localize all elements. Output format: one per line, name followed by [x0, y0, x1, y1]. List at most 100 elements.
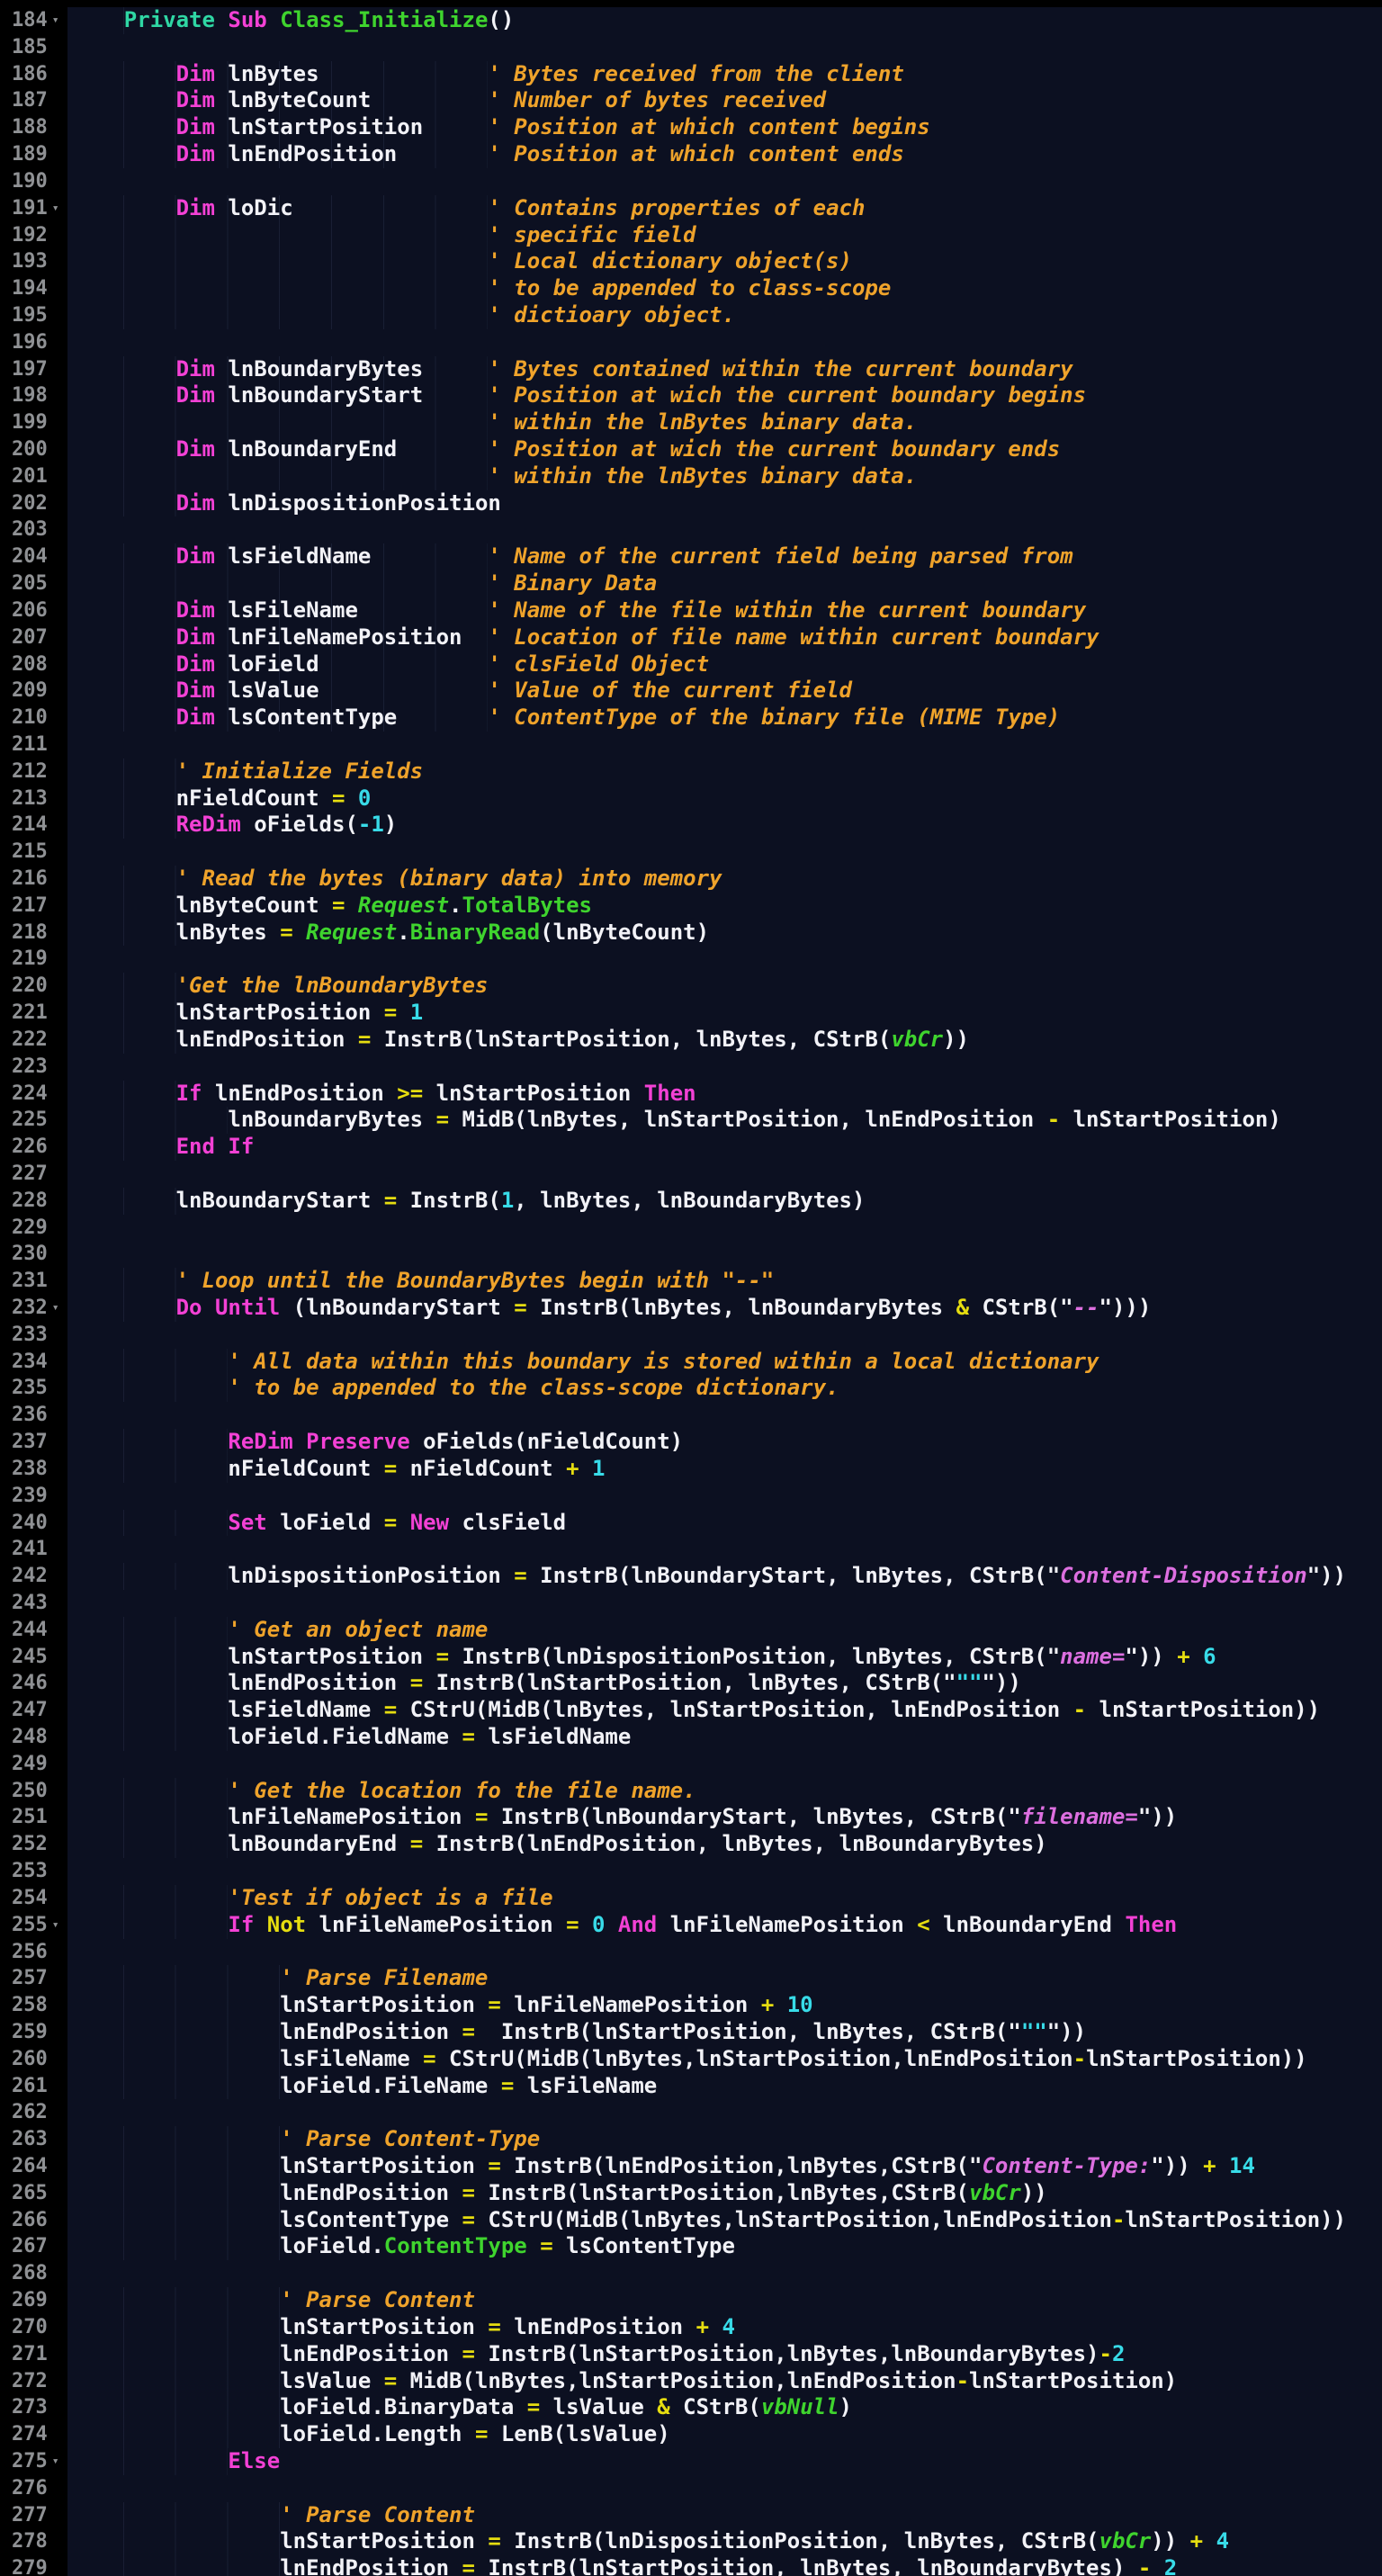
code-line[interactable]: 206 Dim lsFileName ' Name of the file wi…	[0, 597, 1382, 624]
code-line[interactable]: 188 Dim lnStartPosition ' Position at wh…	[0, 114, 1382, 142]
code-line[interactable]: 247 lsFieldName = CStrU(MidB(lnBytes, ln…	[0, 1697, 1382, 1724]
code-line[interactable]: 261 loField.FileName = lsFileName	[0, 2072, 1382, 2100]
code-line-text[interactable]	[67, 1053, 1382, 1081]
fold-toggle-icon[interactable]: ▾	[52, 2448, 59, 2475]
code-line-text[interactable]: ' Parse Content	[67, 2287, 1382, 2314]
code-line-text[interactable]	[67, 839, 1382, 866]
code-line[interactable]: 202 Dim lnDispositionPosition	[0, 489, 1382, 517]
code-line-text[interactable]: ' Binary Data	[67, 570, 1382, 597]
code-line-text[interactable]	[67, 2474, 1382, 2502]
code-line-text[interactable]: lnBytes = Request.BinaryRead(lnByteCount…	[67, 919, 1382, 947]
code-line-text[interactable]: lnBoundaryEnd = InstrB(lnEndPosition, ln…	[67, 1831, 1382, 1859]
code-line-text[interactable]	[67, 1321, 1382, 1349]
code-line[interactable]: 197 Dim lnBoundaryBytes ' Bytes containe…	[0, 355, 1382, 383]
code-line[interactable]: 223	[0, 1053, 1382, 1081]
code-line-text[interactable]: lnStartPosition = InstrB(lnEndPosition,l…	[67, 2153, 1382, 2180]
code-line[interactable]: 262	[0, 2099, 1382, 2127]
code-line[interactable]: 222 lnEndPosition = InstrB(lnStartPositi…	[0, 1026, 1382, 1054]
code-line-text[interactable]: Dim lnBoundaryStart ' Position at wich t…	[67, 382, 1382, 410]
code-line-text[interactable]: loField.BinaryData = lsValue & CStrB(vbN…	[67, 2394, 1382, 2422]
code-line[interactable]: 195 ' dictioary object.	[0, 301, 1382, 329]
code-line[interactable]: 240 Set loField = New clsField	[0, 1509, 1382, 1537]
code-line[interactable]: 231 ' Loop until the BoundaryBytes begin…	[0, 1268, 1382, 1295]
code-line[interactable]: 205 ' Binary Data	[0, 570, 1382, 597]
code-line-text[interactable]	[67, 516, 1382, 544]
code-line-text[interactable]	[67, 2099, 1382, 2127]
code-line-text[interactable]	[67, 1536, 1382, 1564]
fold-toggle-icon[interactable]: ▾	[52, 1295, 59, 1322]
code-line[interactable]: 254 'Test if object is a file	[0, 1884, 1382, 1912]
code-line[interactable]: 248 loField.FieldName = lsFieldName	[0, 1724, 1382, 1751]
code-line-text[interactable]: Dim lnBytes ' Bytes received from the cl…	[67, 60, 1382, 88]
code-line-text[interactable]: lnStartPosition = InstrB(lnDispositionPo…	[67, 1643, 1382, 1671]
code-line-text[interactable]: lnByteCount = Request.TotalBytes	[67, 892, 1382, 920]
code-line-text[interactable]: ' to be appended to the class-scope dict…	[67, 1375, 1382, 1403]
fold-toggle-icon[interactable]: ▾	[52, 7, 59, 34]
code-line-text[interactable]: lsFieldName = CStrU(MidB(lnBytes, lnStar…	[67, 1697, 1382, 1724]
code-line-text[interactable]: ' to be appended to class-scope	[67, 275, 1382, 302]
code-line-text[interactable]	[67, 1482, 1382, 1510]
code-line[interactable]: 239	[0, 1482, 1382, 1510]
code-line[interactable]: 269 ' Parse Content	[0, 2287, 1382, 2314]
code-line[interactable]: 220 'Get the lnBoundaryBytes	[0, 973, 1382, 1001]
code-line-text[interactable]: loField.FieldName = lsFieldName	[67, 1724, 1382, 1751]
code-line-text[interactable]: lnEndPosition = InstrB(lnStartPosition,l…	[67, 2179, 1382, 2207]
code-line[interactable]: 249	[0, 1750, 1382, 1778]
code-line-text[interactable]: ' Get the location fo the file name.	[67, 1777, 1382, 1805]
code-line[interactable]: 278 lnStartPosition = InstrB(lnDispositi…	[0, 2528, 1382, 2556]
code-line[interactable]: 211	[0, 731, 1382, 758]
code-line-text[interactable]	[67, 167, 1382, 195]
code-line[interactable]: 203	[0, 516, 1382, 544]
code-line-text[interactable]: lnEndPosition = InstrB(lnStartPosition, …	[67, 1670, 1382, 1698]
code-line[interactable]: 233	[0, 1321, 1382, 1349]
code-line[interactable]: 236	[0, 1402, 1382, 1430]
code-line[interactable]: 234 ' All data within this boundary is s…	[0, 1348, 1382, 1376]
code-line[interactable]: 194 ' to be appended to class-scope	[0, 275, 1382, 302]
code-line-text[interactable]: ' dictioary object.	[67, 301, 1382, 329]
code-line-text[interactable]: ' Get an object name	[67, 1616, 1382, 1644]
code-line[interactable]: 210 Dim lsContentType ' ContentType of t…	[0, 705, 1382, 732]
code-line-text[interactable]: lnDispositionPosition = InstrB(lnBoundar…	[67, 1563, 1382, 1590]
code-line[interactable]: 267 loField.ContentType = lsContentType	[0, 2233, 1382, 2261]
code-line[interactable]: 191 ▾ Dim loDic ' Contains properties of …	[0, 194, 1382, 222]
code-line-text[interactable]: lnEndPosition = InstrB(lnStartPosition, …	[67, 2555, 1382, 2576]
code-line-text[interactable]: ' within the lnBytes binary data.	[67, 409, 1382, 436]
code-line[interactable]: 277 ' Parse Content	[0, 2501, 1382, 2529]
code-line-text[interactable]: Dim loDic ' Contains properties of each	[67, 194, 1382, 222]
code-line[interactable]: 245 lnStartPosition = InstrB(lnDispositi…	[0, 1643, 1382, 1671]
code-line[interactable]: 214 ReDim oFields(-1)	[0, 812, 1382, 839]
code-line[interactable]: 212 ' Initialize Fields	[0, 758, 1382, 785]
code-line[interactable]: 215	[0, 839, 1382, 866]
code-line[interactable]: 228 lnBoundaryStart = InstrB(1, lnBytes,…	[0, 1187, 1382, 1215]
code-line[interactable]: 225 lnBoundaryBytes = MidB(lnBytes, lnSt…	[0, 1107, 1382, 1135]
code-line-text[interactable]: Private Sub Class_Initialize()	[67, 7, 1382, 34]
code-line[interactable]: 207 Dim lnFileNamePosition ' Location of…	[0, 624, 1382, 651]
code-line-text[interactable]: Dim lnEndPosition ' Position at which co…	[67, 141, 1382, 168]
code-line-text[interactable]: lnEndPosition = InstrB(lnStartPosition, …	[67, 2018, 1382, 2046]
code-line[interactable]: 190	[0, 167, 1382, 195]
code-line[interactable]: 270 lnStartPosition = lnEndPosition + 4	[0, 2313, 1382, 2341]
code-line-text[interactable]: Set loField = New clsField	[67, 1509, 1382, 1537]
code-line[interactable]: 274 loField.Length = LenB(lsValue)	[0, 2421, 1382, 2448]
code-line-text[interactable]	[67, 2260, 1382, 2288]
code-line[interactable]: 238 nFieldCount = nFieldCount + 1	[0, 1455, 1382, 1483]
code-line[interactable]: 265 lnEndPosition = InstrB(lnStartPositi…	[0, 2179, 1382, 2207]
fold-toggle-icon[interactable]: ▾	[52, 195, 59, 222]
code-line-text[interactable]: Dim loField ' clsField Object	[67, 651, 1382, 678]
code-line-text[interactable]: Else	[67, 2447, 1382, 2475]
code-line[interactable]: 196	[0, 328, 1382, 356]
code-line[interactable]: 213 nFieldCount = 0	[0, 785, 1382, 812]
code-line-text[interactable]: Dim lnByteCount ' Number of bytes receiv…	[67, 87, 1382, 115]
code-line[interactable]: 185	[0, 33, 1382, 61]
fold-toggle-icon[interactable]: ▾	[52, 1912, 59, 1939]
code-line[interactable]: 259 lnEndPosition = InstrB(lnStartPositi…	[0, 2018, 1382, 2046]
code-line-text[interactable]: Dim lnBoundaryEnd ' Position at wich the…	[67, 436, 1382, 463]
code-line-text[interactable]: lnStartPosition = 1	[67, 1000, 1382, 1027]
code-line[interactable]: 184 ▾ Private Sub Class_Initialize()	[0, 7, 1382, 34]
code-line[interactable]: 253	[0, 1858, 1382, 1885]
code-line[interactable]: 219	[0, 946, 1382, 974]
code-line[interactable]: 230	[0, 1241, 1382, 1269]
code-line-text[interactable]: ' within the lnBytes binary data.	[67, 462, 1382, 490]
code-line-text[interactable]: 'Test if object is a file	[67, 1884, 1382, 1912]
code-line-text[interactable]: lnStartPosition = lnFileNamePosition + 1…	[67, 1992, 1382, 2019]
